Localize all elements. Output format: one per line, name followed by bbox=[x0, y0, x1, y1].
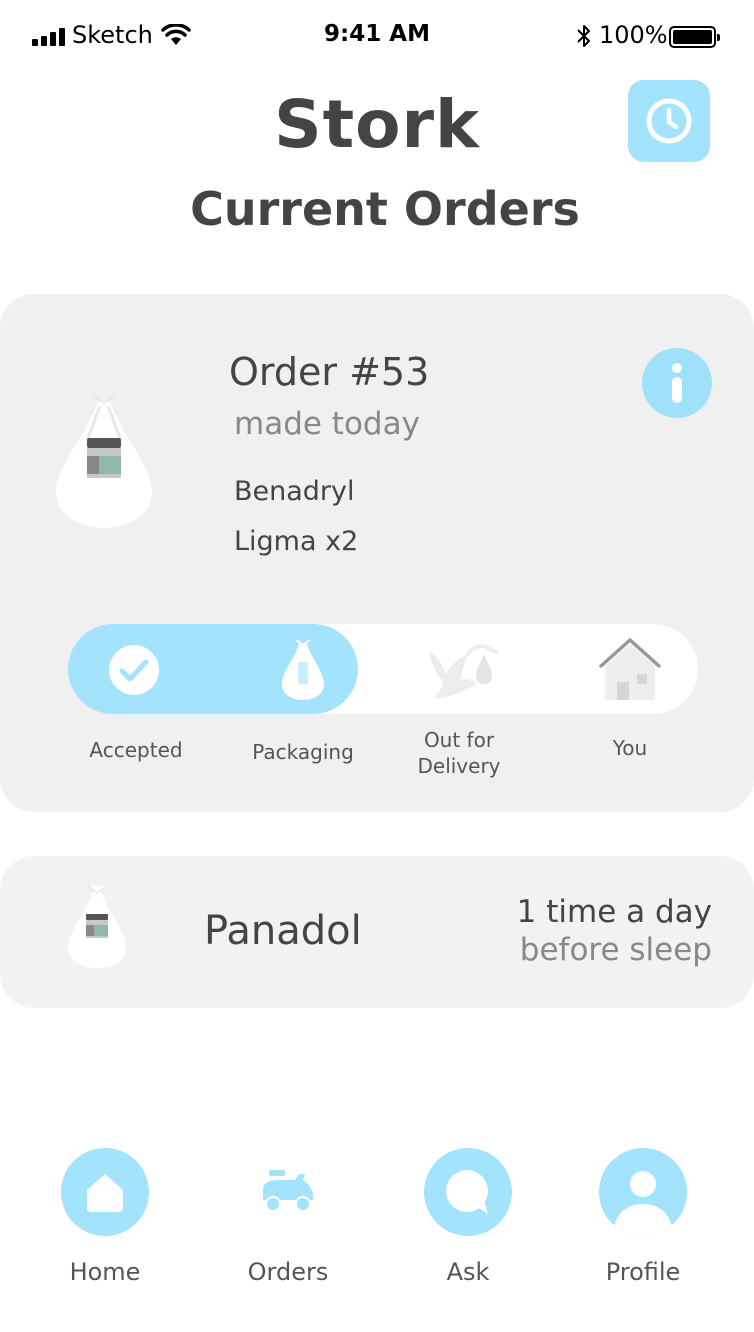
battery-icon bbox=[669, 26, 720, 48]
house-icon bbox=[599, 638, 661, 700]
order-history-button[interactable] bbox=[628, 80, 710, 162]
order-title: Order #53 bbox=[229, 350, 430, 394]
nav-label: Home bbox=[69, 1258, 141, 1286]
stork-icon bbox=[430, 643, 498, 698]
nav-label: Profile bbox=[605, 1258, 681, 1286]
info-icon bbox=[672, 363, 682, 403]
nav-item-profile[interactable]: Profile bbox=[553, 1148, 733, 1298]
status-bar: Sketch 9:41 AM 100% bbox=[0, 0, 754, 72]
nav-item-orders[interactable]: Orders bbox=[198, 1148, 378, 1298]
scooter-icon bbox=[263, 1170, 313, 1212]
medication-name: Panadol bbox=[204, 908, 362, 954]
page-title: Current Orders bbox=[190, 182, 580, 236]
check-icon bbox=[109, 645, 159, 695]
user-icon bbox=[613, 1171, 673, 1236]
nav-item-ask[interactable]: Ask bbox=[378, 1148, 558, 1298]
medication-timing: before sleep bbox=[519, 932, 712, 968]
chat-icon bbox=[446, 1170, 488, 1214]
step-label-out-for-delivery: Out for Delivery bbox=[417, 728, 501, 778]
order-item: Benadryl bbox=[234, 476, 355, 507]
step-label-you: You bbox=[612, 736, 648, 760]
bag-icon bbox=[68, 885, 126, 968]
step-label-packaging: Packaging bbox=[252, 740, 354, 764]
nav-label: Ask bbox=[446, 1258, 490, 1286]
battery-percentage: 100% bbox=[599, 21, 668, 49]
order-date: made today bbox=[234, 406, 420, 442]
order-item: Ligma x2 bbox=[234, 526, 359, 557]
bag-icon bbox=[282, 639, 324, 700]
medication-frequency: 1 time a day bbox=[516, 894, 712, 930]
step-label-accepted: Accepted bbox=[89, 738, 183, 762]
nav-item-home[interactable]: Home bbox=[15, 1148, 195, 1298]
bluetooth-icon bbox=[577, 25, 590, 47]
home-icon bbox=[87, 1174, 123, 1212]
order-info-button[interactable] bbox=[642, 348, 712, 418]
nav-label: Orders bbox=[247, 1258, 329, 1286]
bag-icon bbox=[56, 391, 152, 528]
clock-icon bbox=[646, 98, 692, 144]
